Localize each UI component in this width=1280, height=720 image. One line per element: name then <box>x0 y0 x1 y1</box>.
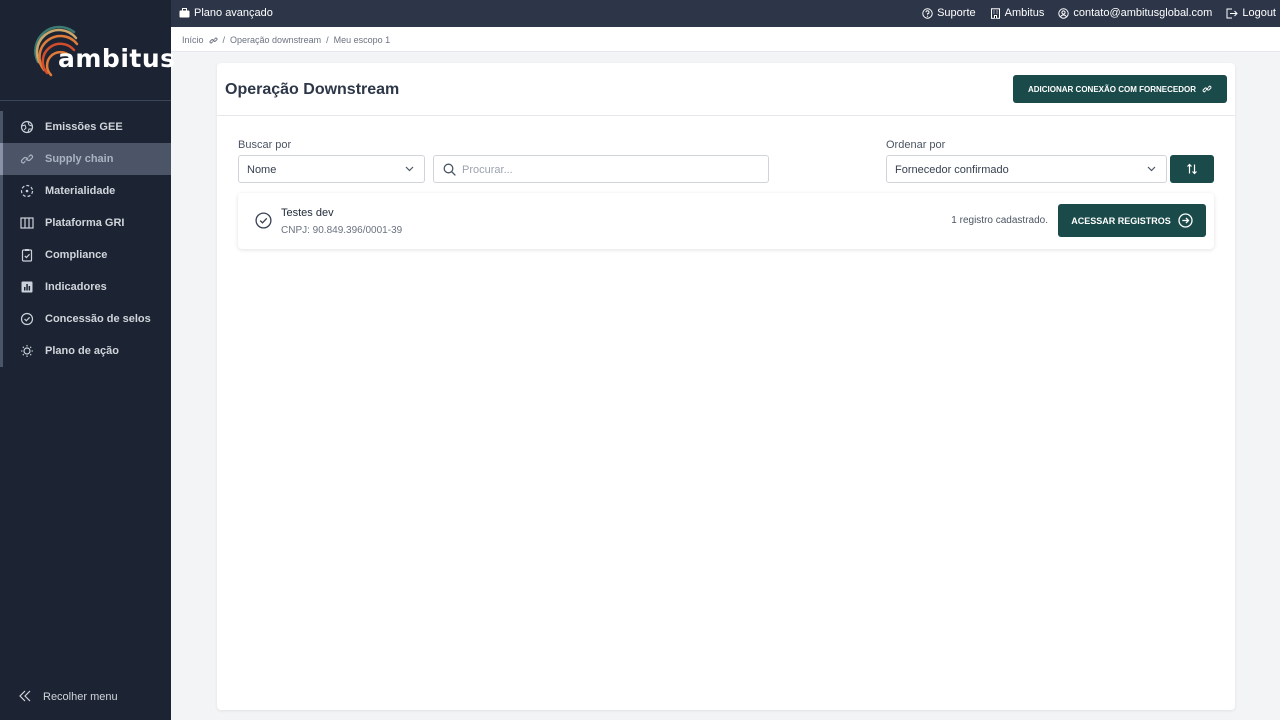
help-circle-icon <box>922 7 933 19</box>
link-icon <box>208 36 218 44</box>
link-icon <box>20 154 34 164</box>
sidebar-item-concessao-de-selos[interactable]: Concessão de selos <box>0 303 171 335</box>
breadcrumb-operacao-downstream[interactable]: Operação downstream <box>230 35 321 45</box>
sidebar-item-label: Concessão de selos <box>45 313 151 325</box>
order-by-label: Ordenar por <box>886 139 946 151</box>
sidebar-nav: Emissões GEE Supply chain Materialidade … <box>0 111 171 367</box>
collapse-menu-label: Recolher menu <box>43 691 118 703</box>
access-records-button[interactable]: ACESSAR REGISTROS <box>1058 204 1206 237</box>
chevron-down-icon <box>405 166 414 172</box>
logo-text: ambitus <box>58 44 176 73</box>
sidebar-item-indicadores[interactable]: Indicadores <box>0 271 171 303</box>
breadcrumb: Início / Operação downstream / Meu escop… <box>171 27 1280 52</box>
add-supplier-connection-label: ADICIONAR CONEXÃO COM FORNECEDOR <box>1027 84 1196 94</box>
sort-direction-button[interactable] <box>1170 155 1214 183</box>
sidebar-item-plataforma-gri[interactable]: Plataforma GRI <box>0 207 171 239</box>
supplier-name: Testes dev <box>281 207 334 219</box>
supplier-cnpj: CNPJ: 90.849.396/0001-39 <box>281 225 403 236</box>
order-by-value: Fornecedor confirmado <box>895 164 1009 176</box>
sidebar-item-label: Indicadores <box>45 281 107 293</box>
arrow-right-circle-icon <box>1178 213 1193 228</box>
logout-link[interactable]: Logout <box>1226 7 1276 19</box>
chevron-down-icon <box>1147 166 1156 172</box>
link-icon <box>1202 85 1212 93</box>
order-by-select[interactable]: Fornecedor confirmado <box>886 155 1167 183</box>
user-circle-icon <box>1058 7 1070 19</box>
breadcrumb-separator: / <box>222 35 226 45</box>
support-label: Suporte <box>937 7 976 19</box>
logout-icon <box>1226 8 1239 18</box>
logout-label: Logout <box>1242 7 1276 19</box>
sidebar-item-label: Emissões GEE <box>45 121 123 133</box>
search-input[interactable] <box>462 161 752 178</box>
card-header: Operação Downstream ADICIONAR CONEXÃO CO… <box>217 63 1235 116</box>
sidebar-item-compliance[interactable]: Compliance <box>0 239 171 271</box>
search-field[interactable] <box>433 155 769 183</box>
sidebar: ambitus Emissões GEE Supply chain Materi… <box>0 0 175 720</box>
supplier-card: Testes dev CNPJ: 90.849.396/0001-39 1 re… <box>238 193 1214 249</box>
page-title: Operação Downstream <box>225 81 400 98</box>
badge-check-icon <box>20 312 34 326</box>
breadcrumb-current: Meu escopo 1 <box>333 35 391 45</box>
sidebar-item-label: Compliance <box>45 249 108 261</box>
plan-label: Plano avançado <box>194 7 273 19</box>
account-email: contato@ambitusglobal.com <box>1073 7 1213 19</box>
sidebar-item-emissoes-gee[interactable]: Emissões GEE <box>0 111 171 143</box>
top-links: Suporte Ambitus contato@ambitusglobal.co… <box>922 7 1276 19</box>
breadcrumb-separator: / <box>326 35 329 45</box>
search-by-value: Nome <box>247 164 277 176</box>
check-circle-icon <box>255 212 272 229</box>
target-icon <box>20 184 34 198</box>
sidebar-item-plano-de-acao[interactable]: Plano de ação <box>0 335 171 367</box>
support-link[interactable]: Suporte <box>922 7 976 19</box>
company-label: Ambitus <box>1004 7 1045 19</box>
account-link[interactable]: contato@ambitusglobal.com <box>1058 7 1212 19</box>
sidebar-item-label: Plataforma GRI <box>45 217 125 229</box>
briefcase-icon <box>179 8 190 18</box>
sort-arrows-icon <box>1187 163 1197 175</box>
search-icon <box>443 163 456 176</box>
bar-chart-icon <box>21 281 33 293</box>
collapse-menu-button[interactable]: Recolher menu <box>0 684 171 710</box>
sidebar-item-supply-chain[interactable]: Supply chain <box>0 143 171 175</box>
columns-icon <box>20 217 34 229</box>
sidebar-item-label: Materialidade <box>45 185 116 197</box>
lightbulb-icon <box>21 345 33 357</box>
access-records-label: ACESSAR REGISTROS <box>1071 215 1171 226</box>
chevrons-left-icon <box>19 690 31 702</box>
supplier-record-count: 1 registro cadastrado. <box>951 215 1048 226</box>
sidebar-item-materialidade[interactable]: Materialidade <box>0 175 171 207</box>
search-by-label: Buscar por <box>238 139 292 151</box>
plan-indicator: Plano avançado <box>179 7 273 19</box>
top-bar: Plano avançado Suporte Ambitus contato@a… <box>171 0 1280 27</box>
sidebar-item-label: Plano de ação <box>45 345 119 357</box>
company-link[interactable]: Ambitus <box>990 7 1045 19</box>
sidebar-item-label: Supply chain <box>45 153 114 165</box>
search-by-select[interactable]: Nome <box>238 155 425 183</box>
add-supplier-connection-button[interactable]: ADICIONAR CONEXÃO COM FORNECEDOR <box>1013 75 1227 103</box>
globe-icon <box>20 120 34 134</box>
breadcrumb-home[interactable]: Início <box>182 35 204 45</box>
clipboard-check-icon <box>21 249 33 262</box>
building-icon <box>990 7 1000 19</box>
logo: ambitus <box>0 0 175 101</box>
main-card: Operação Downstream ADICIONAR CONEXÃO CO… <box>217 63 1235 710</box>
